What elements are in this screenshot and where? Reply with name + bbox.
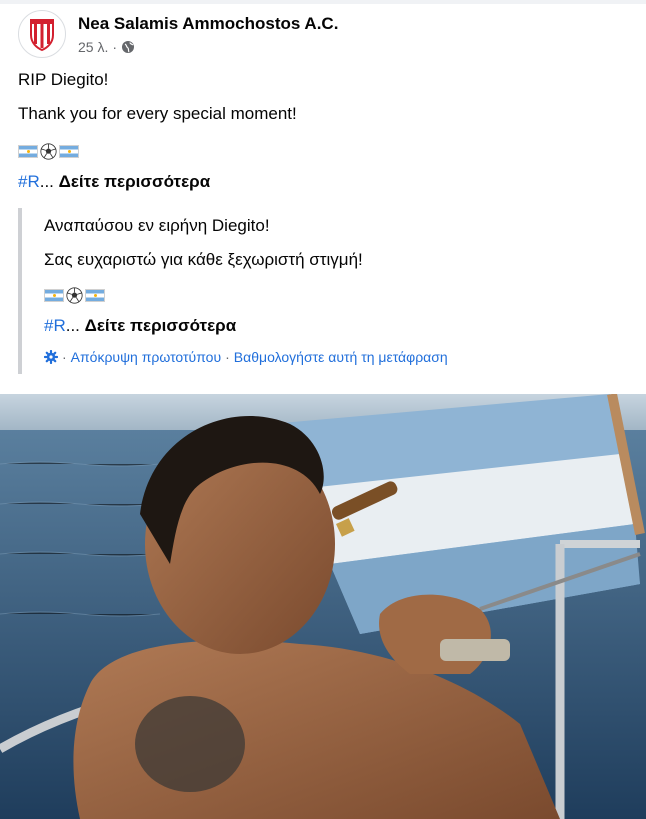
argentina-flag-icon bbox=[18, 144, 38, 158]
top-divider bbox=[0, 0, 646, 4]
argentina-flag-icon bbox=[44, 288, 64, 302]
translation-line-1: Αναπαύσου εν ειρήνη Diegito! bbox=[44, 216, 270, 235]
argentina-flag-icon bbox=[85, 288, 105, 302]
hashtag-link[interactable]: #R bbox=[44, 316, 66, 335]
gear-icon[interactable] bbox=[44, 350, 58, 364]
soccer-ball-icon bbox=[66, 286, 83, 304]
see-more-button[interactable]: Δείτε περισσότερα bbox=[85, 316, 237, 335]
post-body: RIP Diegito! Thank you for every special… bbox=[18, 70, 618, 200]
post-timestamp[interactable]: 25 λ. bbox=[78, 39, 108, 55]
translation-block: Αναπαύσου εν ειρήνη Diegito! Σας ευχαρισ… bbox=[18, 208, 628, 374]
page-name[interactable]: Nea Salamis Ammochostos A.C. bbox=[78, 14, 338, 34]
hashtag-link[interactable]: #R bbox=[18, 172, 40, 191]
translation-footer: · Απόκρυψη πρωτοτύπου · Βαθμολογήστε αυτ… bbox=[44, 349, 448, 365]
footer-separator: · bbox=[62, 349, 67, 365]
man-smoking-cigar-photo bbox=[0, 394, 646, 819]
rate-translation-link[interactable]: Βαθμολογήστε αυτή τη μετάφραση bbox=[234, 349, 448, 365]
argentina-flag-icon bbox=[59, 144, 79, 158]
post-meta: 25 λ. · bbox=[78, 39, 135, 55]
page-avatar[interactable] bbox=[18, 10, 66, 58]
post-header: Nea Salamis Ammochostos A.C. 25 λ. · bbox=[18, 10, 628, 60]
hide-original-link[interactable]: Απόκρυψη πρωτοτύπου bbox=[71, 349, 221, 365]
post-photo[interactable] bbox=[0, 394, 646, 819]
globe-icon[interactable] bbox=[121, 40, 135, 54]
translation-line-2: Σας ευχαριστώ για κάθε ξεχωριστή στιγμή! bbox=[44, 250, 363, 269]
hashtag-line: #R... Δείτε περισσότερα bbox=[18, 172, 210, 192]
ellipsis: ... bbox=[39, 172, 54, 191]
soccer-ball-icon bbox=[40, 142, 57, 160]
club-crest-icon bbox=[20, 12, 64, 56]
footer-separator: · bbox=[225, 349, 230, 365]
see-more-button[interactable]: Δείτε περισσότερα bbox=[59, 172, 211, 191]
post-line-1: RIP Diegito! bbox=[18, 70, 109, 89]
meta-separator: · bbox=[112, 39, 118, 55]
post-line-2: Thank you for every special moment! bbox=[18, 104, 297, 123]
translation-hashtag-line: #R... Δείτε περισσότερα bbox=[44, 316, 236, 336]
emoji-row bbox=[18, 142, 79, 160]
translation-emoji-row bbox=[44, 286, 105, 304]
ellipsis: ... bbox=[65, 316, 80, 335]
